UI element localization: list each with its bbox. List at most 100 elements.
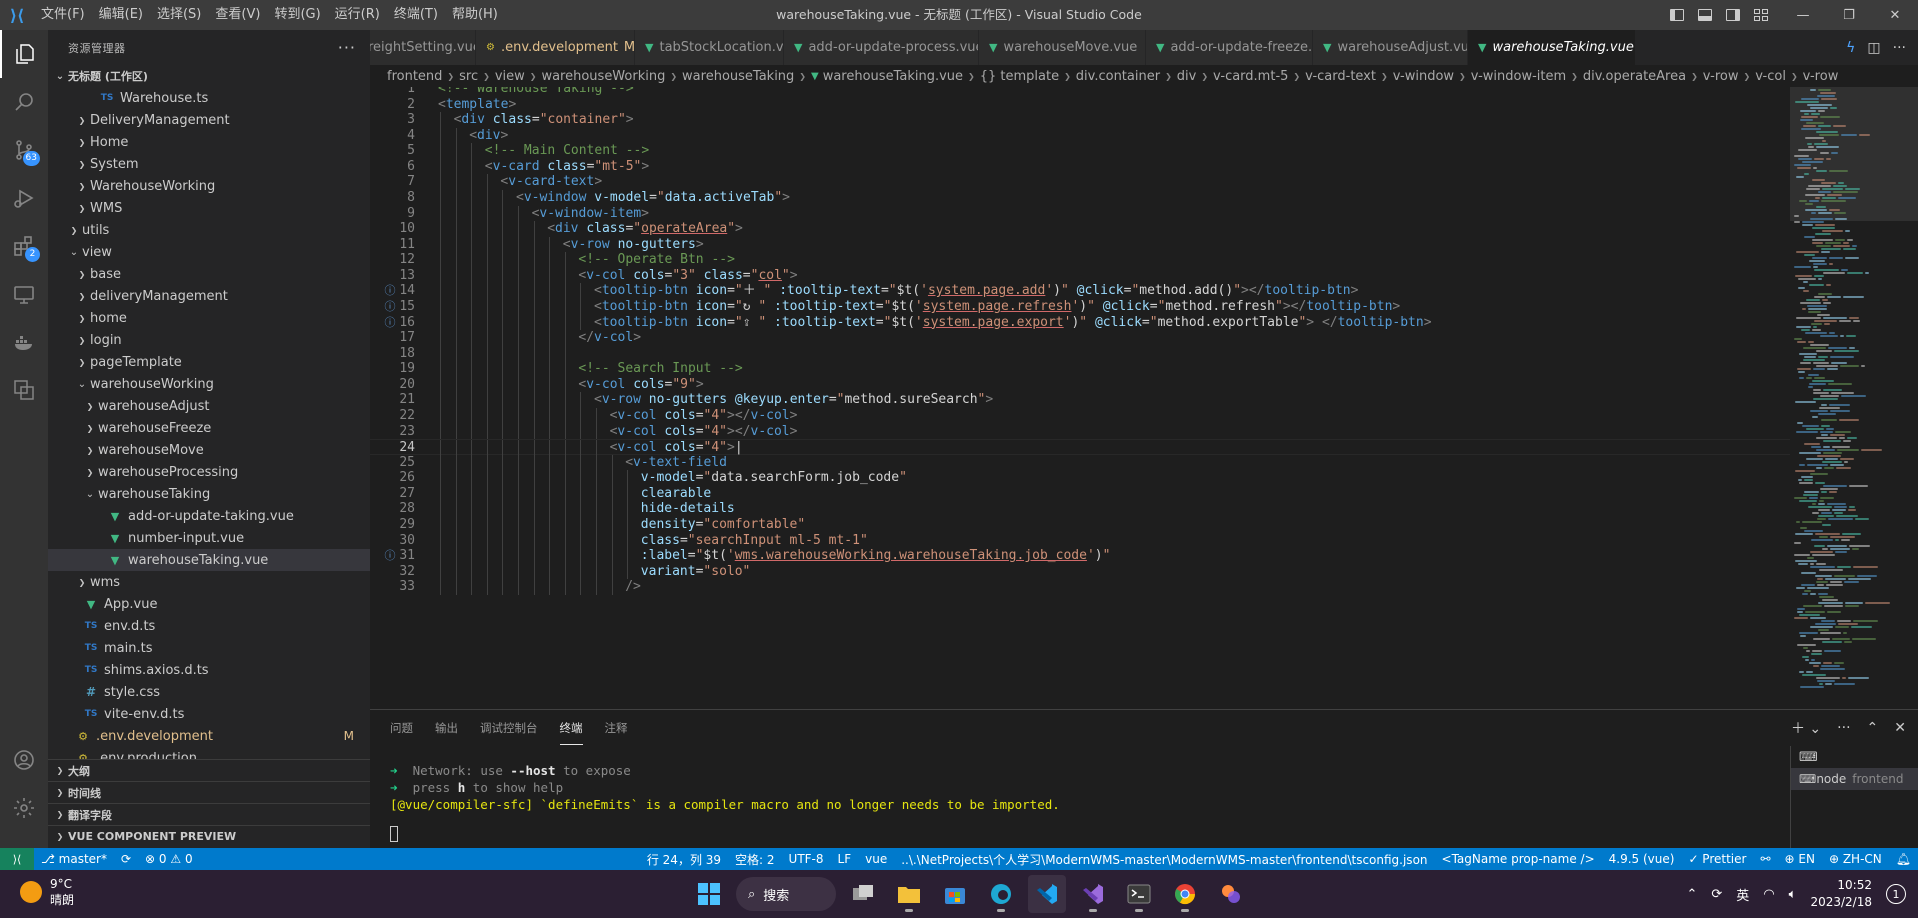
editor-tab[interactable]: ▼ warehouseAdjust.vue <box>1313 30 1468 65</box>
tree-file[interactable]: TS vite-env.d.ts <box>48 703 370 725</box>
code-line[interactable]: 18 <box>370 345 1790 362</box>
explorer-more-icon[interactable]: ··· <box>338 38 356 57</box>
code-line[interactable]: 12 <!-- Operate Btn --> <box>370 252 1790 268</box>
extensions-icon[interactable]: 2 <box>0 222 48 270</box>
code-line[interactable]: 8 <v-window v-model="data.activeTab"> <box>370 189 1790 206</box>
tree-file[interactable]: ⚙ .env.development M <box>48 725 370 747</box>
tree-folder[interactable]: ❯ login <box>48 329 370 351</box>
code-line[interactable]: 19 <!-- Search Input --> <box>370 361 1790 377</box>
editor-tab[interactable]: ▼reightSetting.vue <box>370 30 476 65</box>
code-line[interactable]: 21 <v-row no-gutters @keyup.enter="method… <box>370 392 1790 408</box>
code-line[interactable]: 25 <v-text-field <box>370 454 1790 471</box>
close-panel-icon[interactable]: ✕ <box>1894 720 1906 736</box>
cursor-position[interactable]: 行 24，列 39 <box>640 851 728 868</box>
tree-folder[interactable]: ⌄ warehouseTaking <box>48 483 370 505</box>
breadcrumb-item[interactable]: view <box>495 69 525 84</box>
tree-folder[interactable]: ❯ System <box>48 153 370 175</box>
menu-item[interactable]: 文件(F) <box>34 0 92 30</box>
breadcrumb-item[interactable]: warehouseWorking <box>541 69 665 84</box>
breadcrumb-item[interactable]: div.operateArea <box>1583 69 1686 84</box>
volume-icon[interactable]: 🔈︎ <box>1789 887 1797 902</box>
minimap[interactable] <box>1790 87 1918 709</box>
search-icon[interactable] <box>0 78 48 126</box>
code-line[interactable]: 13 <v-col cols="3" class="col"> <box>370 267 1790 284</box>
tree-folder[interactable]: ❯ Home <box>48 131 370 153</box>
code-line[interactable]: 2 <template> <box>370 97 1790 113</box>
task-view-icon[interactable] <box>844 875 882 913</box>
vscode-taskbar-icon[interactable] <box>1028 875 1066 913</box>
sidebar-section-header[interactable]: ❯ 时间线 <box>48 781 370 803</box>
ts-version[interactable]: 4.9.5 (vue) <box>1602 852 1682 866</box>
sidebar-section-header[interactable]: ❯ VUE COMPONENT PREVIEW <box>48 825 370 847</box>
run-debug-icon[interactable] <box>0 174 48 222</box>
tagname-format[interactable]: <TagName prop-name /> <box>1435 852 1602 866</box>
more-actions-icon[interactable]: ··· <box>1893 40 1906 56</box>
explorer-icon[interactable] <box>0 30 48 78</box>
tree-folder[interactable]: ⌄ view <box>48 241 370 263</box>
problems-count[interactable]: ⊗ 0 ⚠ 0 <box>138 852 200 866</box>
code-editor[interactable]: 1 <!-- Warehouse Taking --> 2 <template> 3 <d… <box>370 87 1790 709</box>
tree-folder[interactable]: ❯ deliveryManagement <box>48 285 370 307</box>
network-icon[interactable]: ◠ <box>1763 887 1774 902</box>
settings-gear-icon[interactable] <box>0 784 48 832</box>
code-line[interactable]: 27 clearable <box>370 485 1790 502</box>
live-share-icon[interactable]: ⚯ <box>1753 852 1777 866</box>
breadcrumb-item[interactable]: v-card.mt-5 <box>1213 69 1288 84</box>
menu-item[interactable]: 编辑(E) <box>92 0 150 30</box>
breadcrumb-item[interactable]: warehouseTaking <box>682 69 794 84</box>
menu-item[interactable]: 转到(G) <box>267 0 327 30</box>
toggle-secondary-sidebar-icon[interactable] <box>1726 9 1740 21</box>
panel-more-icon[interactable]: ··· <box>1837 720 1850 736</box>
new-terminal-icon[interactable]: ＋ ⌄ <box>1791 718 1821 738</box>
translation-icon[interactable] <box>0 366 48 414</box>
menu-item[interactable]: 查看(V) <box>208 0 267 30</box>
breadcrumb-item[interactable]: v-window-item <box>1471 69 1566 84</box>
code-line[interactable]: 5 <!-- Main Content --> <box>370 143 1790 159</box>
maximize-panel-icon[interactable]: ⌃ <box>1867 720 1879 736</box>
windows-start-icon[interactable] <box>690 875 728 913</box>
tree-folder[interactable]: ❯ warehouseAdjust <box>48 395 370 417</box>
code-line[interactable]: 10 <div class="operateArea"> <box>370 221 1790 237</box>
tree-file[interactable]: ▼ add-or-update-taking.vue <box>48 505 370 527</box>
breadcrumb-item[interactable]: v-col <box>1755 69 1786 84</box>
editor-tab[interactable]: ▼ add-or-update-freeze.vue <box>1146 30 1313 65</box>
code-line[interactable]: 3 <div class="container"> <box>370 112 1790 128</box>
terminal-output[interactable]: ➜ Network: use --host to expose ➜ press … <box>390 762 1720 813</box>
panel-tab[interactable]: 问题 <box>390 712 413 744</box>
minimize-icon[interactable]: — <box>1780 0 1826 30</box>
git-branch[interactable]: ⎇ master* <box>34 852 114 866</box>
customize-layout-icon[interactable] <box>1754 9 1768 21</box>
code-line[interactable]: 33 /> <box>370 579 1790 595</box>
code-line[interactable]: 24 <v-col cols="4">| <box>370 439 1790 456</box>
tree-file[interactable]: ▼ App.vue <box>48 593 370 615</box>
tree-folder[interactable]: ❯ base <box>48 263 370 285</box>
tsconfig-path[interactable]: ..\.\NetProjects\个人学习\ModernWMS-master\M… <box>894 851 1434 868</box>
code-line[interactable]: 6 <v-card class="mt-5"> <box>370 158 1790 175</box>
tree-folder[interactable]: ⌄ warehouseWorking <box>48 373 370 395</box>
code-line[interactable]: 29 density="comfortable" <box>370 516 1790 533</box>
tree-folder[interactable]: ❯ wms <box>48 571 370 593</box>
sync-icon[interactable]: ⟳ <box>114 852 138 866</box>
code-line[interactable]: ⓘ 14 <tooltip-btn icon="＋ " :tooltip-text=… <box>370 283 1790 299</box>
tray-overflow-icon[interactable]: ⌃ <box>1686 887 1697 902</box>
breadcrumb-item[interactable]: {} template <box>980 69 1059 84</box>
breadcrumb-item[interactable]: div <box>1177 69 1197 84</box>
encoding[interactable]: UTF-8 <box>782 852 831 866</box>
tree-folder[interactable]: ❯ home <box>48 307 370 329</box>
panel-tab[interactable]: 输出 <box>435 712 458 744</box>
menu-item[interactable]: 运行(R) <box>328 0 387 30</box>
code-line[interactable]: ⓘ 16 <tooltip-btn icon="⇪ " :tooltip-text=… <box>370 314 1790 331</box>
code-line[interactable]: 17 </v-col> <box>370 330 1790 346</box>
code-line[interactable]: 7 <v-card-text> <box>370 174 1790 190</box>
restore-icon[interactable]: ❐ <box>1826 0 1872 30</box>
visual-studio-icon[interactable] <box>1074 875 1112 913</box>
sidebar-section-header[interactable]: ❯ 大纲 <box>48 759 370 781</box>
taskbar-search[interactable]: ⌕ 搜索 <box>736 877 836 911</box>
editor-tab[interactable]: ⚙ .env.development M <box>476 30 635 65</box>
code-line[interactable]: 26 v-model="data.searchForm.job_code" <box>370 470 1790 486</box>
code-line[interactable]: 4 <div> <box>370 127 1790 144</box>
terminal-app-icon[interactable] <box>1120 875 1158 913</box>
clock[interactable]: 10:52 2023/2/18 <box>1810 877 1872 911</box>
account-icon[interactable] <box>0 736 48 784</box>
breadcrumb-item[interactable]: v-window <box>1393 69 1454 84</box>
